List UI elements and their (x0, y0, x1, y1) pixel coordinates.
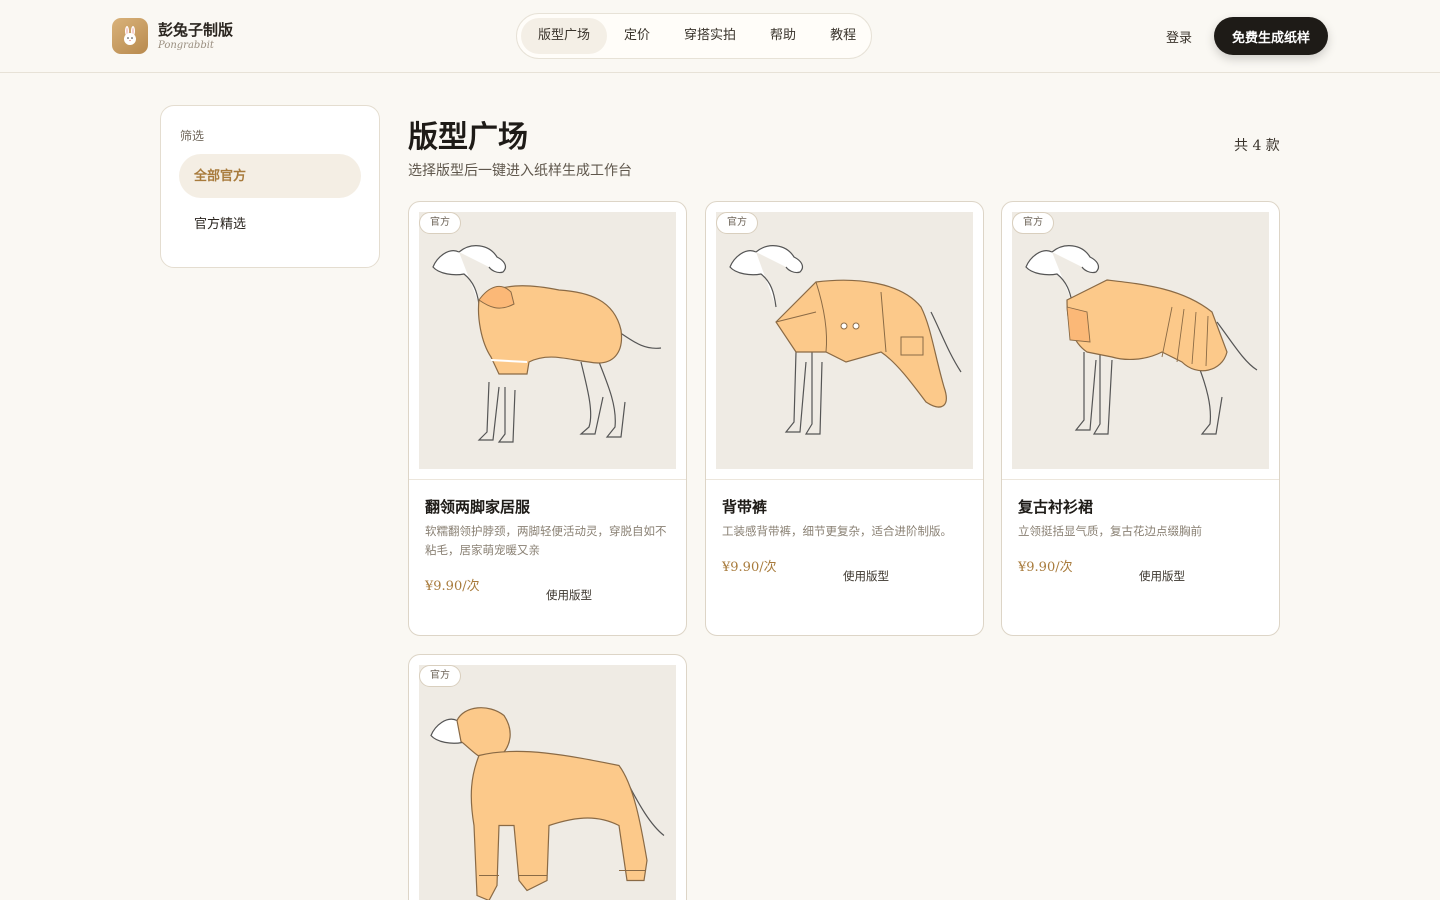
official-badge: 官方 (419, 665, 461, 687)
card-title: 背带裤 (722, 498, 768, 516)
filter-item-official-picks[interactable]: 官方精选 (179, 202, 361, 246)
template-image (419, 665, 676, 900)
brand-name: 彭兔子制版 (158, 21, 234, 39)
official-badge: 官方 (716, 212, 758, 234)
template-image (1012, 212, 1269, 469)
template-image (716, 212, 973, 469)
template-card[interactable]: 官方 (408, 654, 687, 900)
card-description: 立领挺括显气质，复古花边点缀胸前 (1018, 524, 1202, 538)
card-divider (409, 479, 686, 480)
use-template-button[interactable]: 使用版型 (843, 568, 889, 584)
nav-item-pricing[interactable]: 定价 (607, 18, 667, 54)
main-nav: 版型广场 定价 穿搭实拍 帮助 教程 (516, 13, 872, 59)
dog-raincoat-illustration (430, 707, 665, 900)
brand-subtitle: Pongrabbit (158, 40, 214, 51)
dog-shirt-dress-illustration (1025, 245, 1258, 435)
brand-logo[interactable] (112, 18, 148, 54)
card-description: 工装感背带裤，细节更复杂，适合进阶制版。 (722, 524, 952, 538)
dog-overalls-illustration (729, 245, 962, 435)
filter-item-all-official[interactable]: 全部官方 (179, 154, 361, 198)
card-divider (706, 479, 983, 480)
page-subtitle: 选择版型后一键进入纸样生成工作台 (408, 163, 632, 179)
nav-item-template-square[interactable]: 版型广场 (521, 18, 608, 54)
card-title: 翻领两脚家居服 (425, 498, 531, 516)
template-card[interactable]: 官方 翻领两脚家居服 软糯翻领护脖颈，两脚轻便活动灵，穿脱自如不粘毛，居家萌宠暖… (408, 201, 687, 636)
dog-home-wear-illustration (432, 245, 662, 443)
official-badge: 官方 (1012, 212, 1054, 234)
page-title: 版型广场 (408, 120, 528, 155)
use-template-button[interactable]: 使用版型 (1139, 568, 1185, 584)
official-badge: 官方 (419, 212, 461, 234)
card-title: 复古衬衫裙 (1018, 498, 1094, 516)
nav-item-tutorial[interactable]: 教程 (813, 18, 873, 54)
use-template-button[interactable]: 使用版型 (546, 587, 592, 603)
template-count: 共 4 款 (1234, 138, 1280, 154)
filter-sidebar: 筛选 全部官方 官方精选 (160, 105, 380, 268)
card-description: 软糯翻领护脖颈，两脚轻便活动灵，穿脱自如不粘毛，居家萌宠暖又亲 (425, 524, 667, 557)
card-price: ¥9.90/次 (1018, 560, 1073, 575)
rabbit-icon (124, 26, 136, 45)
top-header: 彭兔子制版 Pongrabbit 版型广场 定价 穿搭实拍 帮助 教程 登录 免… (0, 0, 1440, 73)
nav-item-outfit-photos[interactable]: 穿搭实拍 (667, 18, 753, 54)
template-card[interactable]: 官方 背带裤 工装感背带裤，细节更复杂，适合进阶制版。 ¥9.90/次 使用版型 (705, 201, 984, 636)
card-divider (1002, 479, 1279, 480)
login-link[interactable]: 登录 (1166, 27, 1192, 46)
filter-title: 筛选 (180, 129, 205, 143)
nav-item-help[interactable]: 帮助 (753, 18, 813, 54)
template-card[interactable]: 官方 复古衬衫裙 立领挺括显气质，复古花边点缀胸前 ¥9.90/次 使用版型 (1001, 201, 1280, 636)
template-image (419, 212, 676, 469)
generate-pattern-button[interactable]: 免费生成纸样 (1214, 17, 1328, 55)
card-price: ¥9.90/次 (425, 579, 480, 594)
card-price: ¥9.90/次 (722, 560, 777, 575)
